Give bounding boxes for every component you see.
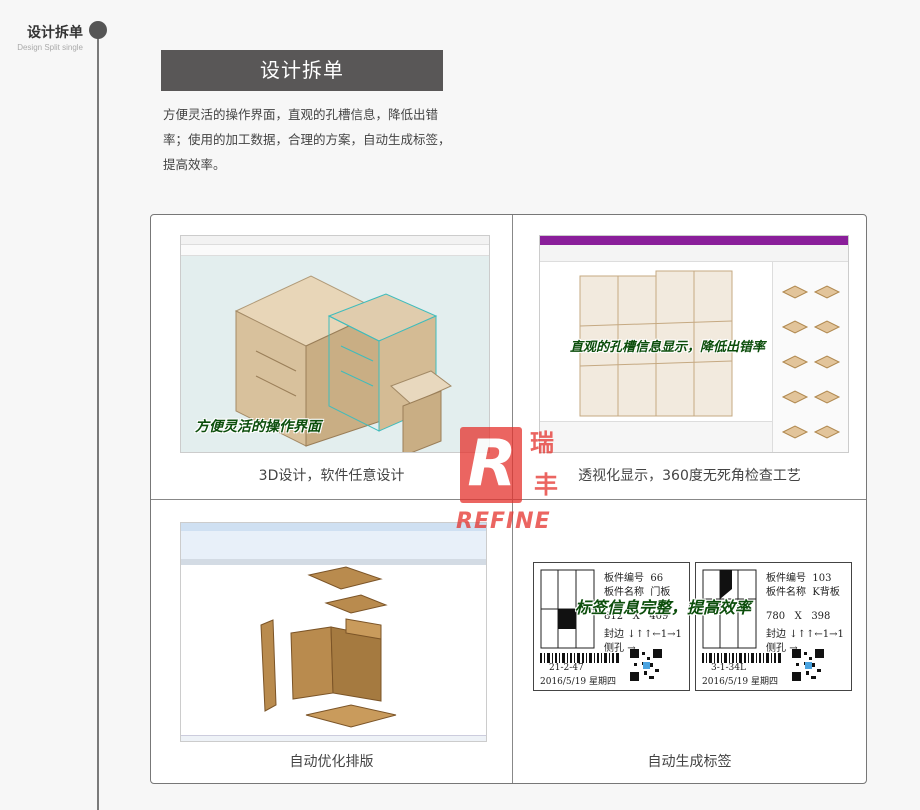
cell-auto-nesting: 自动优化排版: [151, 500, 512, 783]
label-size-b: 398: [811, 611, 831, 622]
window-title-bar: [181, 523, 486, 531]
qr-code-icon: [792, 649, 824, 681]
parts-panel: [772, 262, 848, 452]
overlay-slogan: 标签信息完整，提高效率: [575, 598, 752, 617]
refine-logo: R 瑞 丰 REFINE: [456, 423, 586, 538]
timeline-dot: [89, 21, 107, 39]
logo-mark: R: [467, 427, 517, 501]
overlay-slogan: 直观的孔槽信息显示，降低出错率: [570, 340, 766, 355]
qr-code-icon: [630, 649, 662, 681]
label-x: X: [794, 611, 802, 622]
cell-auto-labels: 板件编号 66 板件名称 门板 812 X 409 封边 ↓↑↑←1→1 侧孔 …: [513, 500, 866, 783]
screenshot-transparent-view: 直观的孔槽信息显示，降低出错率: [539, 235, 849, 453]
barcode-icon: [540, 653, 619, 663]
label-code: 3-1-34L: [711, 663, 746, 673]
label-name-value: K背板: [812, 587, 840, 598]
cell-caption: 自动优化排版: [289, 754, 374, 770]
exploded-cabinet-illustration: [260, 566, 397, 728]
label-size-a: 780: [766, 611, 786, 622]
screenshot-3d-design: 方便灵活的操作界面: [180, 235, 490, 453]
logo-cn-bottom: 丰: [534, 471, 558, 499]
part-label-card: 板件编号 103 板件名称 K背板 780 X 398 封边 ↓↑↑←1→1 侧…: [695, 562, 852, 691]
label-date: 2016/5/19 星期四: [702, 677, 779, 687]
logo-en: REFINE: [456, 509, 551, 534]
logo-cn-top: 瑞: [530, 429, 554, 457]
toolbar: [181, 245, 489, 256]
side-subtitle: Design Split single: [17, 43, 83, 52]
window-title-bar: [540, 236, 848, 245]
label-preview: 板件编号 66 板件名称 门板 812 X 409 封边 ↓↑↑←1→1 侧孔 …: [533, 562, 853, 697]
timeline-line: [97, 30, 99, 810]
label-name-label: 板件名称: [766, 587, 806, 598]
label-date: 2016/5/19 星期四: [540, 677, 617, 687]
ribbon-toolbar: [181, 531, 486, 560]
toolbar: [540, 245, 848, 262]
cell-caption: 自动生成标签: [647, 754, 732, 770]
label-code: 21-2-47: [549, 663, 584, 673]
menu-bar: [181, 236, 489, 245]
section-description: 方便灵活的操作界面，直观的孔槽信息，降低出错率；使用的加工数据，合理的方案，自动…: [163, 107, 451, 172]
screenshot-auto-nesting: [180, 522, 487, 742]
side-title: 设计拆单: [27, 25, 83, 41]
status-bar: [181, 735, 486, 741]
part-label-card: 板件编号 66 板件名称 门板 812 X 409 封边 ↓↑↑←1→1 侧孔 …: [533, 562, 690, 691]
section-banner: 设计拆单: [161, 50, 443, 91]
overlay-slogan: 方便灵活的操作界面: [195, 419, 321, 435]
barcode-icon: [702, 653, 781, 663]
